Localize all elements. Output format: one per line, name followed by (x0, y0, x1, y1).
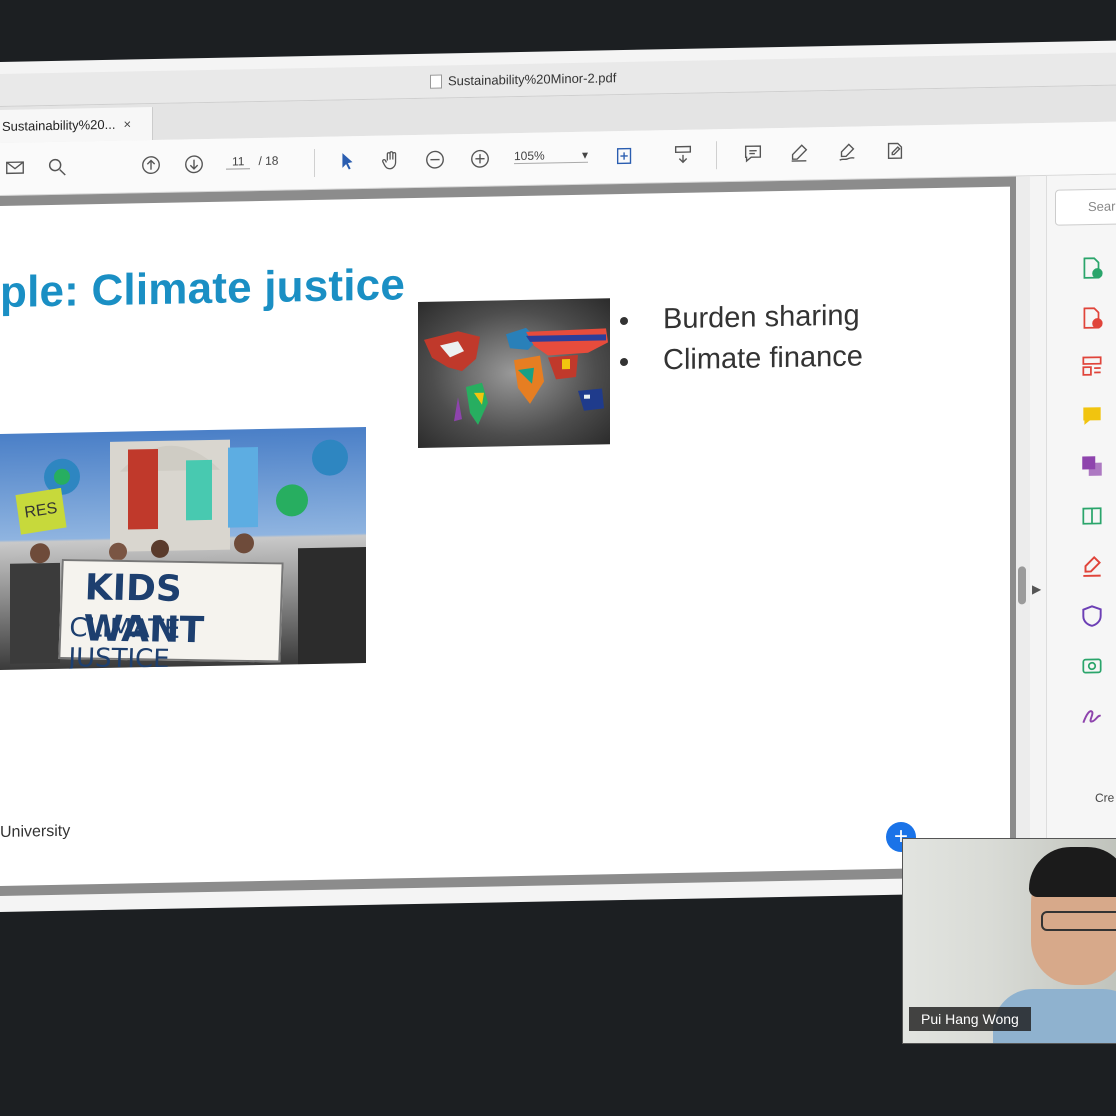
sign-icon[interactable] (834, 138, 860, 164)
comment-tool-icon[interactable] (1079, 403, 1107, 432)
tools-panel: Sear Cre (1046, 174, 1116, 876)
next-page-icon[interactable] (181, 151, 207, 177)
bullet-text: Climate finance (663, 340, 863, 377)
protect-icon[interactable] (1079, 603, 1107, 632)
compress-pdf-icon[interactable] (1079, 503, 1107, 532)
page-indicator: 11 / 18 (226, 154, 278, 170)
document-tab-label: Sustainability%20... (2, 116, 116, 134)
request-signature-icon[interactable] (1079, 703, 1107, 732)
collapse-panel-icon[interactable]: ▶ (1032, 582, 1041, 596)
close-icon[interactable]: × (123, 116, 131, 131)
bullet-list: Burden sharing Climate finance (620, 299, 863, 386)
pdf-file-icon (430, 74, 442, 89)
prev-page-icon[interactable] (138, 152, 164, 178)
bullet-item: Burden sharing (620, 299, 863, 337)
current-page-input[interactable]: 11 (226, 154, 251, 170)
pdf-page: ple: Climate justice Burden sharing Clim… (0, 186, 1010, 887)
video-thumbnail[interactable]: Pui Hang Wong (902, 838, 1116, 1044)
zoom-value: 105% (514, 148, 545, 164)
export-pdf-icon[interactable] (1079, 305, 1107, 334)
zoom-select[interactable]: 105% ▾ (514, 147, 588, 165)
vertical-scrollbar[interactable] (1016, 176, 1030, 877)
scroll-mode-icon[interactable] (670, 142, 696, 168)
search-zoom-icon[interactable] (44, 154, 70, 180)
total-pages: / 18 (258, 153, 279, 169)
combine-files-icon[interactable] (1079, 453, 1107, 482)
tools-panel-footer: Cre (1095, 790, 1115, 805)
hand-icon[interactable] (378, 147, 404, 173)
window-title-text: Sustainability%20Minor-2.pdf (448, 70, 617, 89)
bullet-item: Climate finance (620, 340, 863, 378)
toolbar-divider (314, 148, 315, 177)
participant-hair (1029, 847, 1116, 897)
participant-glasses (1041, 911, 1116, 931)
document-viewport[interactable]: ple: Climate justice Burden sharing Clim… (0, 176, 1016, 896)
res-sign: RES (15, 487, 67, 535)
bullet-dot (620, 357, 628, 366)
document-tab[interactable]: Sustainability%20... × (0, 107, 153, 143)
fill-sign-icon[interactable] (1079, 553, 1107, 582)
scrollbar-thumb[interactable] (1018, 566, 1026, 605)
comment-icon[interactable] (740, 140, 766, 166)
bullet-dot (620, 316, 628, 325)
slide-footer: University (0, 822, 71, 841)
select-cursor-icon[interactable] (334, 148, 360, 174)
zoom-out-icon[interactable] (422, 146, 448, 172)
fit-page-icon[interactable] (612, 143, 638, 169)
climate-protest-image: RES KIDS WANT CLIMATE JUSTICE (0, 426, 366, 670)
slide-title: ple: Climate justice (0, 260, 406, 317)
window-title: Sustainability%20Minor-2.pdf (430, 70, 616, 89)
scan-ocr-icon[interactable] (1079, 653, 1107, 682)
participant-name-tag: Pui Hang Wong (909, 1007, 1031, 1031)
zoom-in-icon[interactable] (467, 146, 493, 172)
world-flags-map-image (418, 298, 610, 448)
banner-line-2: CLIMATE JUSTICE (67, 613, 181, 670)
bullet-text: Burden sharing (663, 299, 860, 336)
tools-search-input[interactable]: Sear (1055, 188, 1116, 226)
highlight-pen-icon[interactable] (786, 139, 812, 165)
chevron-down-icon: ▾ (581, 147, 588, 162)
organize-pages-icon[interactable] (1079, 353, 1107, 382)
mail-icon[interactable] (2, 154, 28, 180)
kids-want-banner: KIDS WANT CLIMATE JUSTICE (58, 558, 284, 670)
create-pdf-icon[interactable] (1079, 255, 1107, 284)
monitor-screen: Sustainability%20Minor-2.pdf Sustainabil… (0, 40, 1116, 912)
toolbar-divider (716, 141, 717, 170)
share-edit-icon[interactable] (882, 138, 908, 164)
